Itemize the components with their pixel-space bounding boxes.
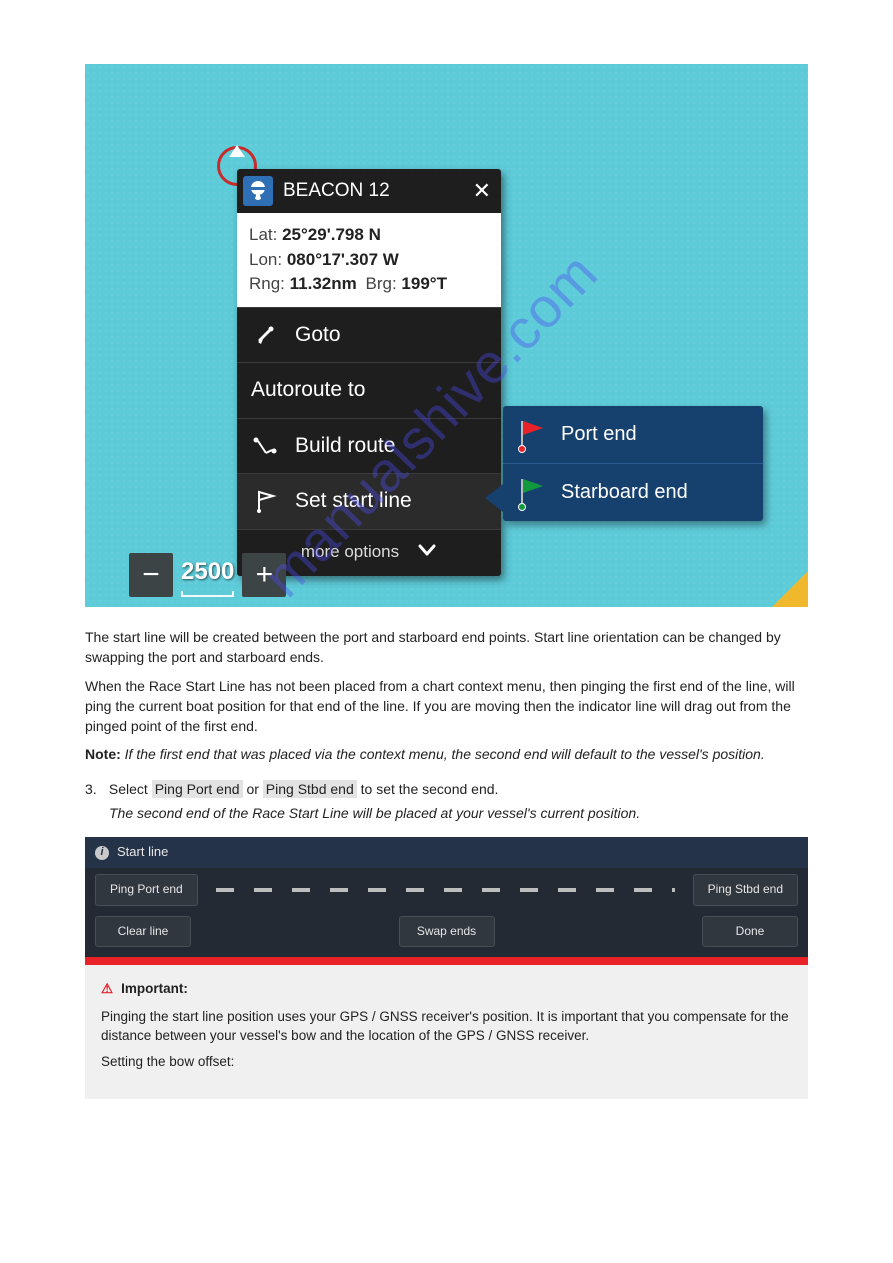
lon-value: 080°17'.307 W — [287, 250, 399, 269]
step-sub: The second end of the Race Start Line wi… — [109, 805, 640, 821]
info-icon: i — [95, 846, 109, 860]
submenu-stbd-label: Starboard end — [561, 478, 688, 507]
note-text: If the first end that was placed via the… — [125, 746, 765, 762]
popup-title: BEACON 12 — [283, 177, 473, 205]
note-label: Note: — [85, 746, 121, 762]
map-screenshot: BEACON 12 ✕ Lat: 25°29'.798 N Lon: 080°1… — [85, 64, 808, 607]
submenu-port-end[interactable]: Port end — [503, 406, 763, 464]
more-options-label: more options — [301, 540, 399, 565]
menu-set-start-line-label: Set start line — [295, 486, 412, 516]
start-line-indicator — [216, 888, 675, 892]
goto-icon — [251, 324, 279, 346]
popup-header: BEACON 12 ✕ — [237, 169, 501, 213]
route-icon — [251, 435, 279, 457]
step-btn1: Ping Port end — [152, 780, 243, 798]
green-flag-icon — [519, 481, 547, 505]
menu-goto-label: Goto — [295, 320, 341, 350]
menu-build-route[interactable]: Build route — [237, 418, 501, 473]
beacon-info: Lat: 25°29'.798 N Lon: 080°17'.307 W Rng… — [237, 213, 501, 307]
chevron-down-icon — [417, 540, 437, 565]
menu-autoroute[interactable]: Autoroute to — [237, 362, 501, 417]
map-scale: 2500 — [181, 555, 234, 596]
beacon-icon — [243, 176, 273, 206]
paragraph-1: The start line will be created between t… — [85, 627, 808, 668]
lat-value: 25°29'.798 N — [282, 225, 381, 244]
paragraph-2: When the Race Start Line has not been pl… — [85, 676, 808, 737]
step-or: or — [246, 781, 258, 797]
submenu-port-label: Port end — [561, 420, 637, 449]
warning-bar — [85, 957, 808, 965]
start-line-submenu: Port end Starboard end — [503, 406, 763, 521]
ping-port-button[interactable]: Ping Port end — [95, 874, 198, 905]
step-post: to set the second end. — [361, 781, 499, 797]
clear-line-button[interactable]: Clear line — [95, 916, 191, 947]
toolbar-header: i Start line — [85, 837, 808, 868]
toolbar-title: Start line — [117, 843, 168, 862]
brg-value: 199°T — [401, 274, 447, 293]
step-pre: Select — [109, 781, 148, 797]
swap-ends-button[interactable]: Swap ends — [399, 916, 495, 947]
lon-label: Lon: — [249, 250, 282, 269]
important-text-1: Pinging the start line position uses you… — [101, 1007, 792, 1046]
warning-icon: ⚠ — [101, 979, 113, 999]
menu-autoroute-label: Autoroute to — [251, 375, 365, 405]
step-btn2: Ping Stbd end — [263, 780, 357, 798]
zoom-out-button[interactable]: − — [129, 553, 173, 597]
important-note: ⚠ Important: Pinging the start line posi… — [85, 965, 808, 1099]
step-number: 3. — [85, 779, 105, 799]
rng-label: Rng: — [249, 274, 285, 293]
zoom-controls: − 2500 + — [129, 553, 286, 597]
submenu-stbd-end[interactable]: Starboard end — [503, 464, 763, 521]
rng-value: 11.32nm — [290, 274, 357, 293]
important-label: Important: — [121, 979, 188, 999]
corner-handle[interactable] — [772, 571, 808, 607]
close-icon[interactable]: ✕ — [473, 175, 491, 207]
menu-build-route-label: Build route — [295, 431, 395, 461]
menu-goto[interactable]: Goto — [237, 307, 501, 362]
done-button[interactable]: Done — [702, 916, 798, 947]
red-flag-icon — [519, 423, 547, 447]
flag-icon — [251, 489, 279, 513]
lat-label: Lat: — [249, 225, 277, 244]
menu-set-start-line[interactable]: Set start line — [237, 473, 501, 528]
important-text-2: Setting the bow offset: — [101, 1052, 792, 1072]
start-line-toolbar: i Start line Ping Port end Ping Stbd end… — [85, 837, 808, 957]
brg-label: Brg: — [366, 274, 397, 293]
body-text: The start line will be created between t… — [85, 627, 808, 823]
context-popup: BEACON 12 ✕ Lat: 25°29'.798 N Lon: 080°1… — [237, 169, 501, 576]
step-3: 3. Select Ping Port end or Ping Stbd end… — [85, 779, 808, 824]
ping-stbd-button[interactable]: Ping Stbd end — [693, 874, 798, 905]
zoom-in-button[interactable]: + — [242, 553, 286, 597]
